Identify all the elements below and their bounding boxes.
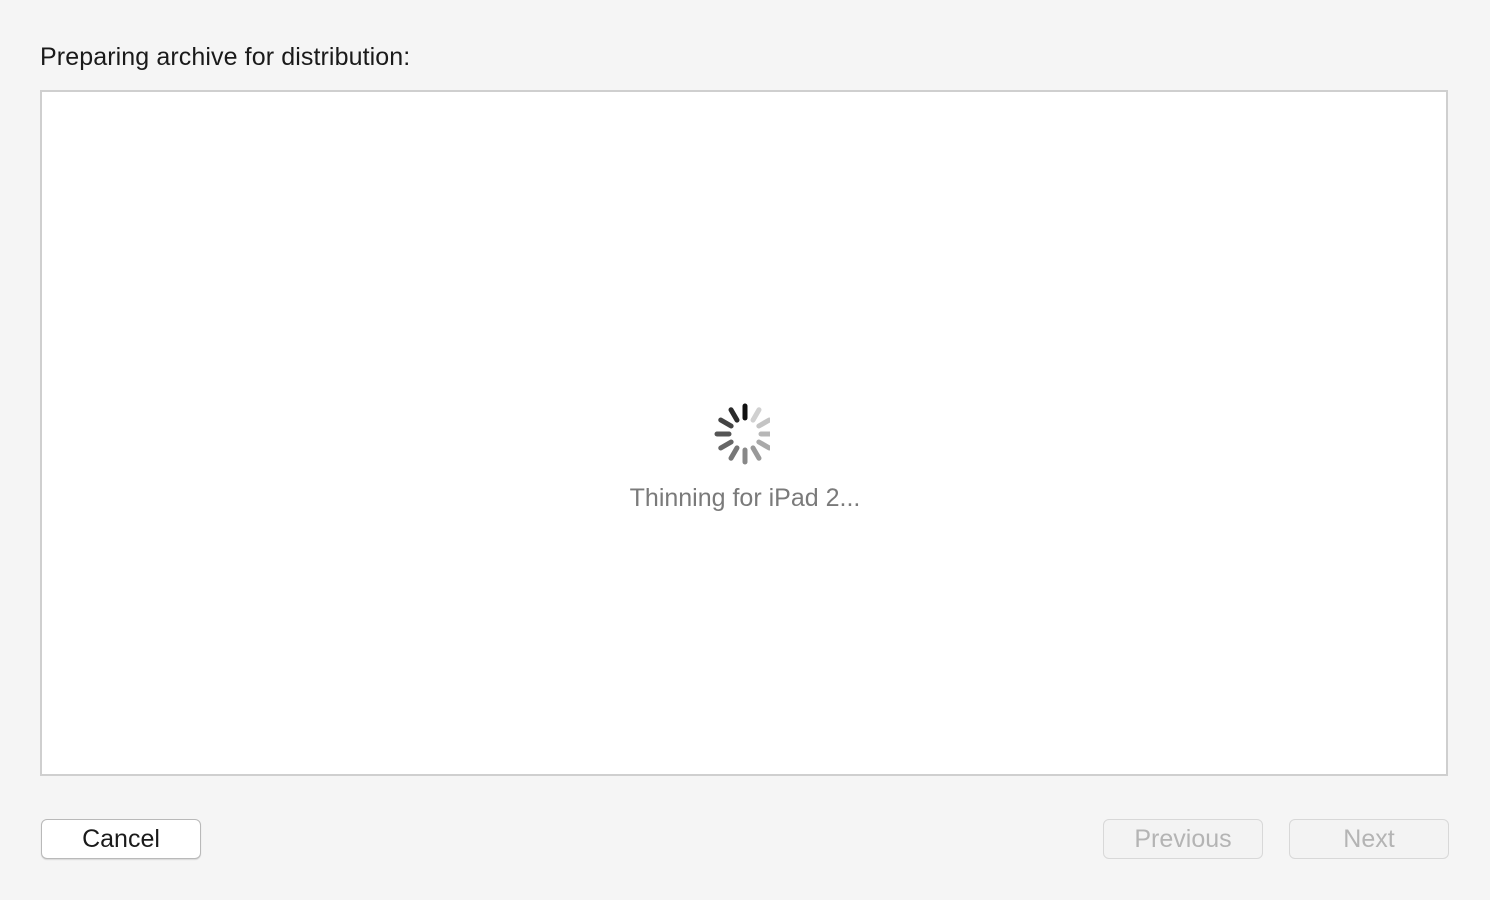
- status-text: Thinning for iPad 2...: [629, 484, 861, 512]
- distribution-dialog: Preparing archive for distribution: Thin…: [0, 0, 1490, 900]
- previous-button[interactable]: Previous: [1103, 819, 1263, 859]
- dialog-heading: Preparing archive for distribution:: [40, 43, 411, 71]
- loading-spinner-icon: [714, 403, 770, 465]
- cancel-button[interactable]: Cancel: [41, 819, 201, 859]
- next-button[interactable]: Next: [1289, 819, 1449, 859]
